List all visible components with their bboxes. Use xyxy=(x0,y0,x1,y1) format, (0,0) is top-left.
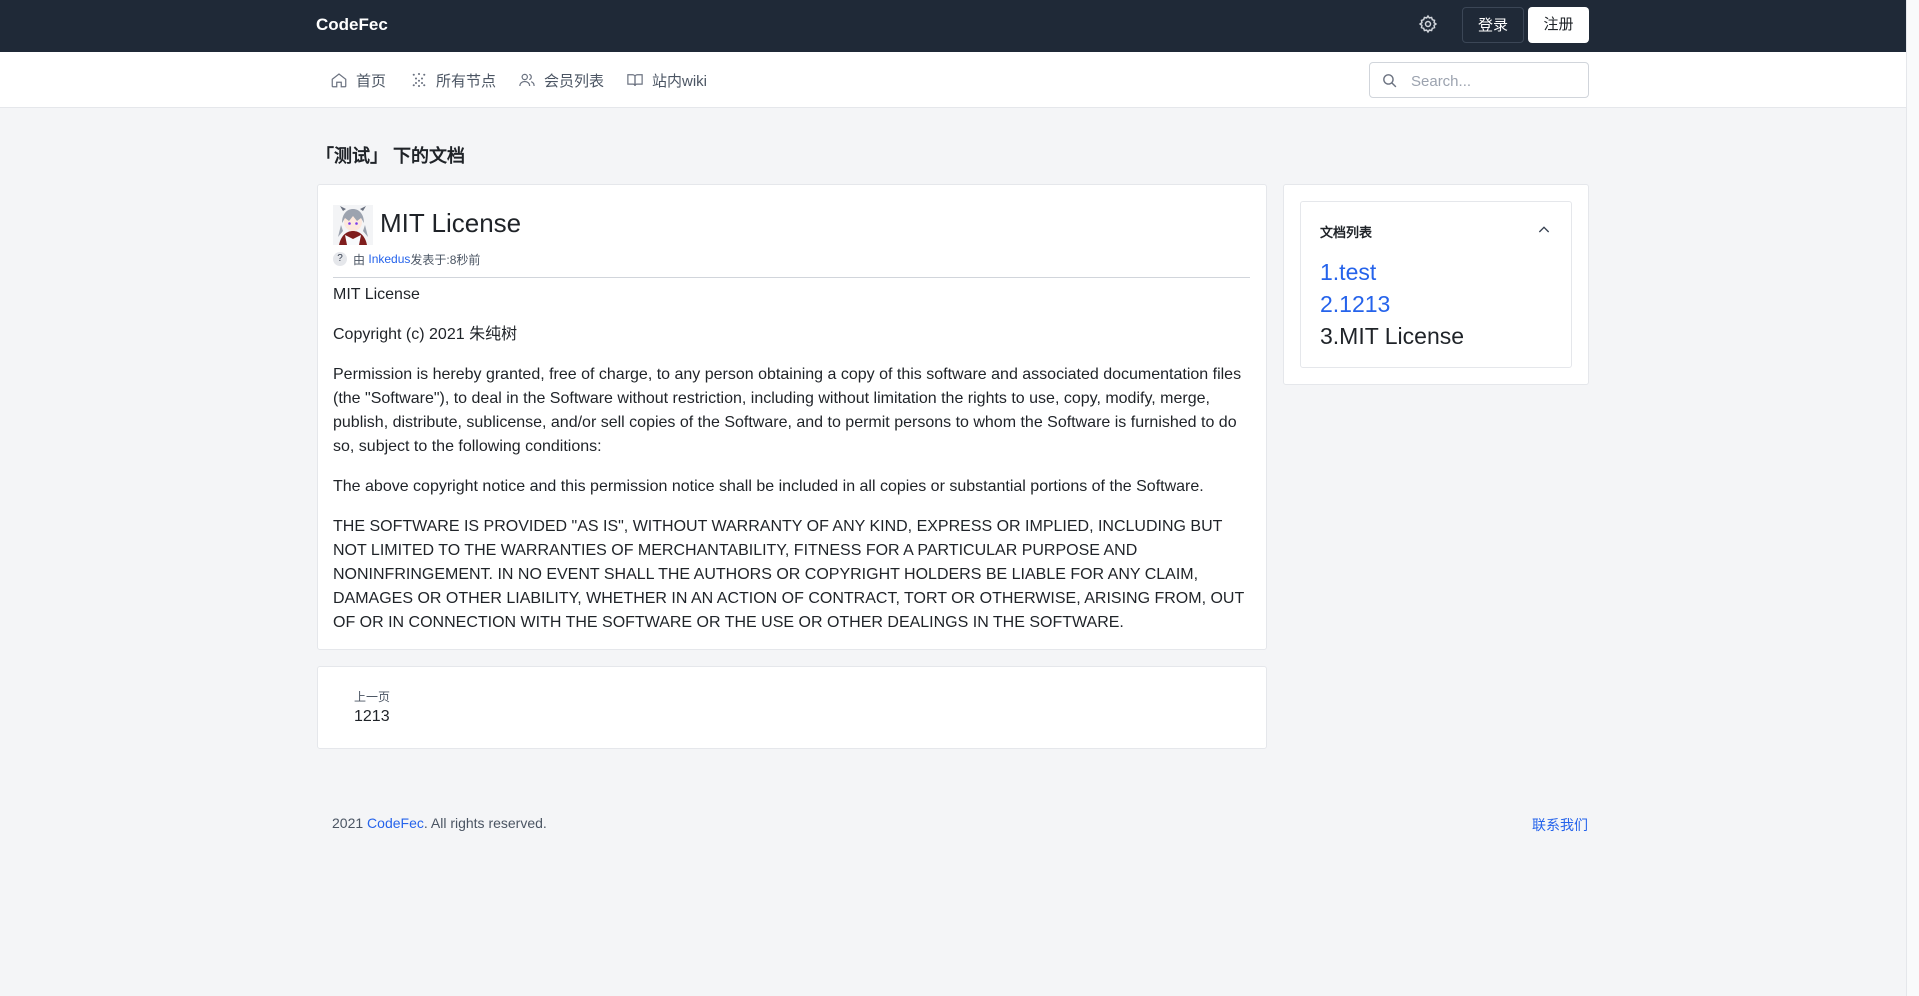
meta-prefix: 由 xyxy=(353,252,366,267)
footer-copyright: 2021 CodeFec. All rights reserved. xyxy=(332,815,547,831)
nav-item-members[interactable]: 会员列表 xyxy=(518,69,604,91)
contact-link[interactable]: 联系我们 xyxy=(1532,815,1588,835)
page-title: 「测试」 下的文档 xyxy=(316,146,466,166)
previous-page-label: 上一页 xyxy=(354,690,391,704)
doc-list-title: 文档列表 xyxy=(1320,225,1373,240)
chevron-up-icon[interactable] xyxy=(1536,222,1552,238)
login-button[interactable]: 登录 xyxy=(1462,7,1524,43)
secondary-nav: 首页 所有节点 会员列表 站内wiki xyxy=(0,52,1906,108)
paragraph: Permission is hereby granted, free of ch… xyxy=(333,366,1242,455)
document-body: MIT License Copyright (c) 2021 朱纯树 Permi… xyxy=(333,283,1258,651)
document-card: MIT License ? 由 Inkedus 发表于:8秒前 MIT Lice… xyxy=(317,184,1267,650)
nodes-icon xyxy=(412,72,426,88)
footer-brand-link[interactable]: CodeFec xyxy=(367,815,424,831)
search-box[interactable] xyxy=(1369,62,1589,98)
document-meta: ? 由 Inkedus 发表于:8秒前 xyxy=(333,251,480,267)
nav-item-label: 站内wiki xyxy=(652,72,707,90)
nav-item-home[interactable]: 首页 xyxy=(330,69,386,91)
users-icon xyxy=(519,73,535,87)
nav-item-wiki[interactable]: 站内wiki xyxy=(626,69,707,91)
previous-page-title[interactable]: 1213 xyxy=(354,708,390,726)
brand-logo[interactable]: CodeFec xyxy=(316,15,388,35)
footer-year: 2021 xyxy=(332,815,368,831)
nav-item-label: 所有节点 xyxy=(436,72,497,90)
gear-icon[interactable] xyxy=(1418,14,1438,34)
doc-list-panel: 文档列表 1.test 2.1213 3.MIT License xyxy=(1300,201,1572,368)
register-button[interactable]: 注册 xyxy=(1528,7,1589,43)
doc-list-item-current[interactable]: 3.MIT License xyxy=(1320,320,1464,352)
avatar[interactable] xyxy=(333,205,373,245)
nav-item-nodes[interactable]: 所有节点 xyxy=(410,69,496,91)
divider xyxy=(333,277,1250,278)
search-icon xyxy=(1383,74,1397,88)
top-navbar: CodeFec 登录 注册 xyxy=(0,0,1906,52)
nav-item-label: 首页 xyxy=(356,72,387,90)
question-icon: ? xyxy=(333,252,347,266)
previous-page-card[interactable]: 上一页 1213 xyxy=(317,666,1267,749)
meta-posted-time: 发表于:8秒前 xyxy=(410,252,481,267)
book-icon xyxy=(627,74,643,87)
scrollbar[interactable] xyxy=(1906,0,1919,996)
paragraph: The above copyright notice and this perm… xyxy=(333,478,1204,495)
search-input[interactable] xyxy=(1409,69,1583,93)
doc-list-item[interactable]: 1.test xyxy=(1320,256,1464,288)
nav-item-label: 会员列表 xyxy=(544,72,605,90)
author-link[interactable]: Inkedus xyxy=(368,252,410,266)
document-title: MIT License xyxy=(380,208,522,238)
home-icon xyxy=(331,73,347,88)
paragraph: THE SOFTWARE IS PROVIDED "AS IS", WITHOU… xyxy=(333,518,1244,631)
doc-list: 1.test 2.1213 3.MIT License xyxy=(1320,256,1464,352)
paragraph: Copyright (c) 2021 朱纯树 xyxy=(333,326,518,343)
footer-rights: . All rights reserved. xyxy=(423,815,547,831)
sidebar-card: 文档列表 1.test 2.1213 3.MIT License xyxy=(1283,184,1589,385)
paragraph: MIT License xyxy=(333,286,420,303)
doc-list-item[interactable]: 2.1213 xyxy=(1320,288,1464,320)
